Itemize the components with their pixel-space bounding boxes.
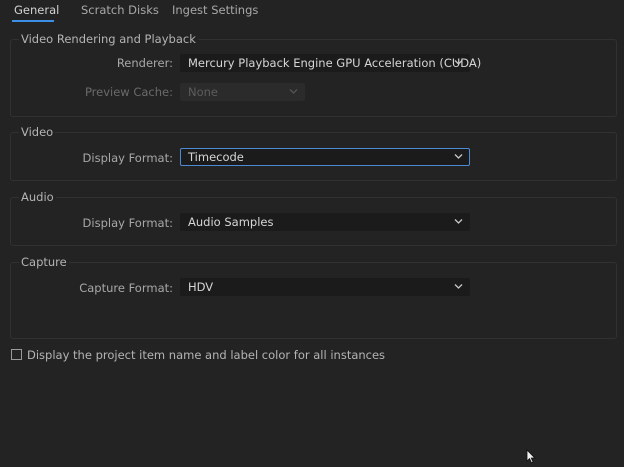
audio-display-format-select[interactable]: Audio Samples xyxy=(180,213,470,231)
video-rendering-group: Video Rendering and Playback Renderer: M… xyxy=(10,32,617,117)
label-color-checkbox[interactable] xyxy=(11,349,22,360)
active-tab-indicator xyxy=(12,20,54,22)
video-group: Video Display Format: Timecode xyxy=(10,125,617,181)
mouse-cursor-icon xyxy=(526,449,536,464)
chevron-down-icon xyxy=(454,218,463,225)
chevron-down-icon xyxy=(454,283,463,290)
tab-ingest-settings[interactable]: Ingest Settings xyxy=(172,3,258,17)
capture-format-value: HDV xyxy=(188,280,214,294)
chevron-down-icon xyxy=(454,59,463,66)
video-rendering-title: Video Rendering and Playback xyxy=(19,32,198,46)
audio-display-format-label: Display Format: xyxy=(82,216,173,230)
chevron-down-icon xyxy=(289,88,298,95)
video-title: Video xyxy=(19,125,56,139)
renderer-value: Mercury Playback Engine GPU Acceleration… xyxy=(188,56,482,70)
preview-cache-label: Preview Cache: xyxy=(84,85,173,99)
label-color-option-label[interactable]: Display the project item name and label … xyxy=(27,348,385,362)
audio-group: Audio Display Format: Audio Samples xyxy=(10,190,617,246)
tab-scratch-disks[interactable]: Scratch Disks xyxy=(81,3,159,17)
capture-group: Capture Capture Format: HDV xyxy=(10,255,617,339)
preview-cache-value: None xyxy=(188,85,219,99)
audio-display-format-value: Audio Samples xyxy=(188,215,274,229)
capture-format-select[interactable]: HDV xyxy=(180,278,470,296)
video-display-format-value: Timecode xyxy=(188,150,244,164)
video-display-format-select[interactable]: Timecode xyxy=(180,148,470,166)
tab-general[interactable]: General xyxy=(14,3,59,17)
renderer-select[interactable]: Mercury Playback Engine GPU Acceleration… xyxy=(180,54,481,72)
renderer-label: Renderer: xyxy=(116,56,173,70)
preview-cache-select: None xyxy=(180,83,305,101)
chevron-down-icon xyxy=(454,153,463,160)
video-display-format-label: Display Format: xyxy=(82,151,173,165)
capture-title: Capture xyxy=(19,255,69,269)
capture-format-label: Capture Format: xyxy=(79,281,173,295)
audio-title: Audio xyxy=(19,190,56,204)
tab-bar: General Scratch Disks Ingest Settings xyxy=(0,0,624,24)
